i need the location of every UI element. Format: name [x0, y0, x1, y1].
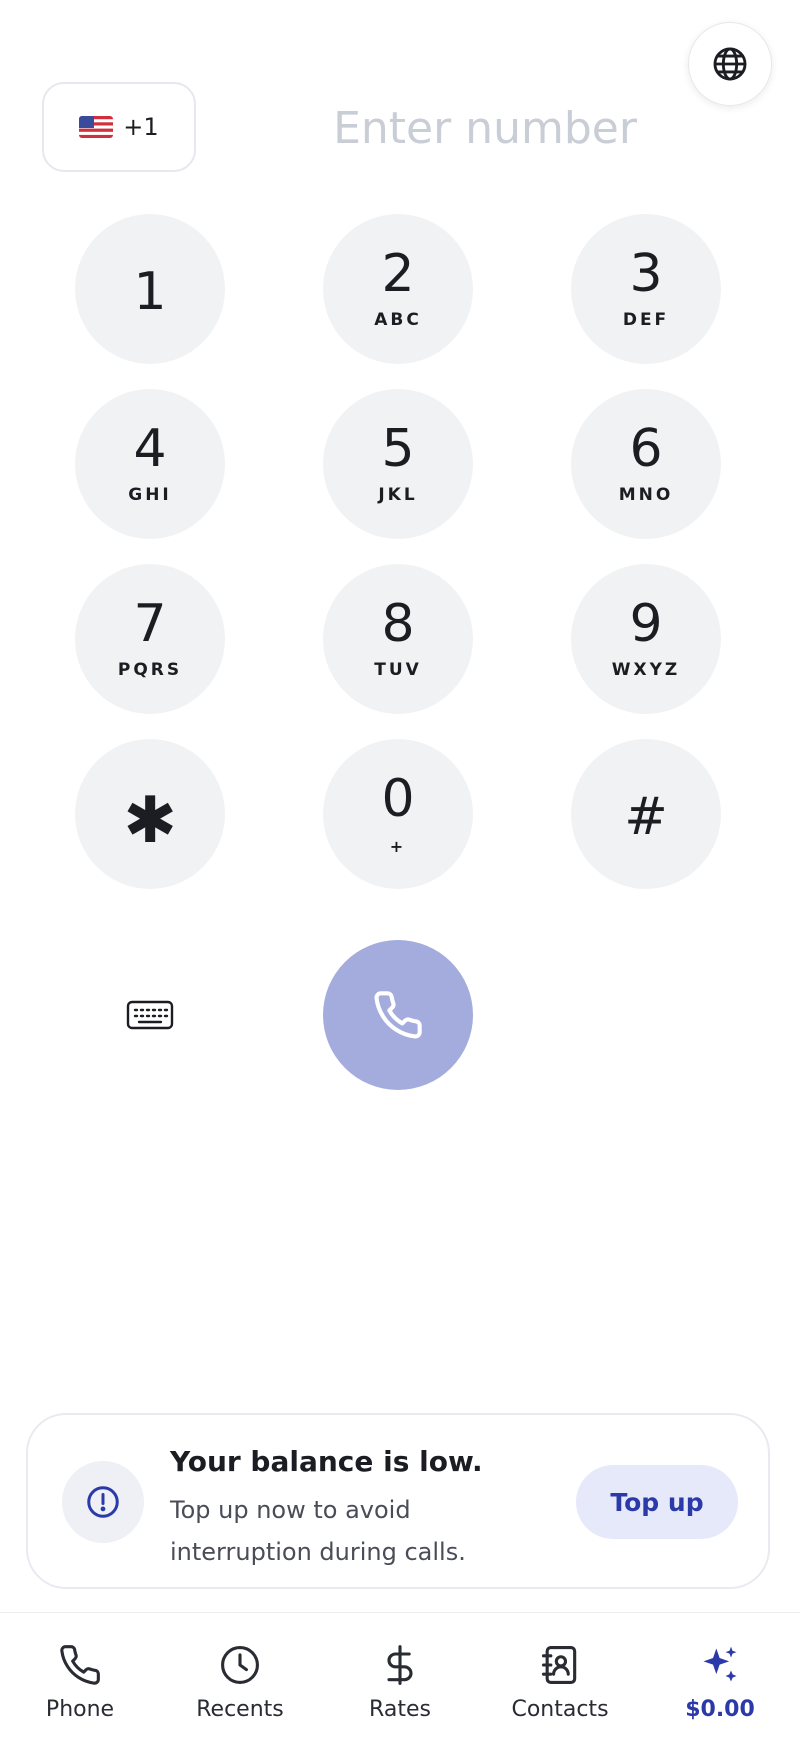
key-letters: MNO	[618, 485, 674, 505]
key-digit: 1	[133, 262, 167, 322]
key-letters: PQRS	[117, 660, 183, 680]
key-digit: 5	[381, 419, 415, 479]
key-1[interactable]: 1	[75, 214, 225, 364]
key-digit: ✱	[123, 784, 177, 858]
key-digit: 3	[629, 244, 663, 304]
key-letters: +	[389, 836, 407, 856]
key-letters: GHI	[128, 485, 172, 505]
contacts-book-icon	[541, 1646, 577, 1684]
key-digit: 4	[133, 419, 167, 479]
us-flag-icon	[79, 116, 114, 138]
bottom-tab-bar: Phone Recents Rates Contacts $0.00	[0, 1613, 800, 1739]
key-2[interactable]: 2 ABC	[323, 214, 473, 364]
key-letters: JKL	[378, 485, 418, 505]
key-digit: 0	[381, 768, 415, 829]
key-letters: WXYZ	[611, 660, 681, 680]
tab-label: Contacts	[511, 1697, 609, 1722]
key-6[interactable]: 6 MNO	[571, 389, 721, 539]
tab-label: Recents	[196, 1697, 284, 1722]
tab-recents[interactable]: Recents	[160, 1613, 320, 1739]
dial-keypad: 1 2 ABC 3 DEF 4 GHI 5 JKL 6 MNO 7 PQRS 8…	[75, 214, 723, 889]
keyboard-icon	[126, 1000, 174, 1030]
key-digit: 8	[381, 594, 415, 654]
call-button[interactable]	[323, 940, 473, 1090]
phone-number-input[interactable]	[230, 90, 740, 166]
tab-balance[interactable]: $0.00	[640, 1613, 800, 1739]
key-letters: ABC	[374, 310, 422, 330]
key-digit: #	[624, 787, 668, 847]
phone-icon	[60, 1645, 100, 1685]
key-star[interactable]: ✱	[75, 739, 225, 889]
key-7[interactable]: 7 PQRS	[75, 564, 225, 714]
low-balance-banner: Your balance is low. Top up now to avoid…	[26, 1413, 770, 1589]
dollar-icon	[387, 1645, 413, 1685]
globe-icon	[713, 47, 747, 81]
key-letters: DEF	[622, 310, 670, 330]
balance-message: Top up now to avoid interruption during …	[170, 1496, 466, 1566]
clock-icon	[221, 1646, 259, 1684]
key-digit: 2	[381, 244, 415, 304]
keyboard-toggle-button[interactable]	[118, 990, 182, 1040]
tab-rates[interactable]: Rates	[320, 1613, 480, 1739]
key-0[interactable]: 0 +	[323, 739, 473, 889]
key-digit: 9	[629, 594, 663, 654]
tab-label: Phone	[45, 1697, 115, 1722]
key-9[interactable]: 9 WXYZ	[571, 564, 721, 714]
tab-label: Rates	[369, 1697, 431, 1722]
key-digit: 6	[629, 419, 663, 479]
tab-label: $0.00	[685, 1697, 755, 1722]
balance-title: Your balance is low.	[170, 1445, 483, 1478]
tab-contacts[interactable]: Contacts	[480, 1613, 640, 1739]
phone-icon	[374, 991, 422, 1039]
country-selector[interactable]: +1	[42, 82, 196, 172]
country-code: +1	[123, 113, 159, 141]
key-8[interactable]: 8 TUV	[323, 564, 473, 714]
tab-phone[interactable]: Phone	[0, 1613, 160, 1739]
top-up-button[interactable]: Top up	[576, 1465, 738, 1539]
key-3[interactable]: 3 DEF	[571, 214, 721, 364]
alert-circle-icon	[87, 1486, 119, 1518]
sparkles-icon	[703, 1646, 737, 1682]
key-hash[interactable]: #	[571, 739, 721, 889]
key-4[interactable]: 4 GHI	[75, 389, 225, 539]
key-5[interactable]: 5 JKL	[323, 389, 473, 539]
key-digit: 7	[133, 594, 167, 654]
alert-icon-wrapper	[62, 1461, 144, 1543]
key-letters: TUV	[374, 660, 422, 680]
